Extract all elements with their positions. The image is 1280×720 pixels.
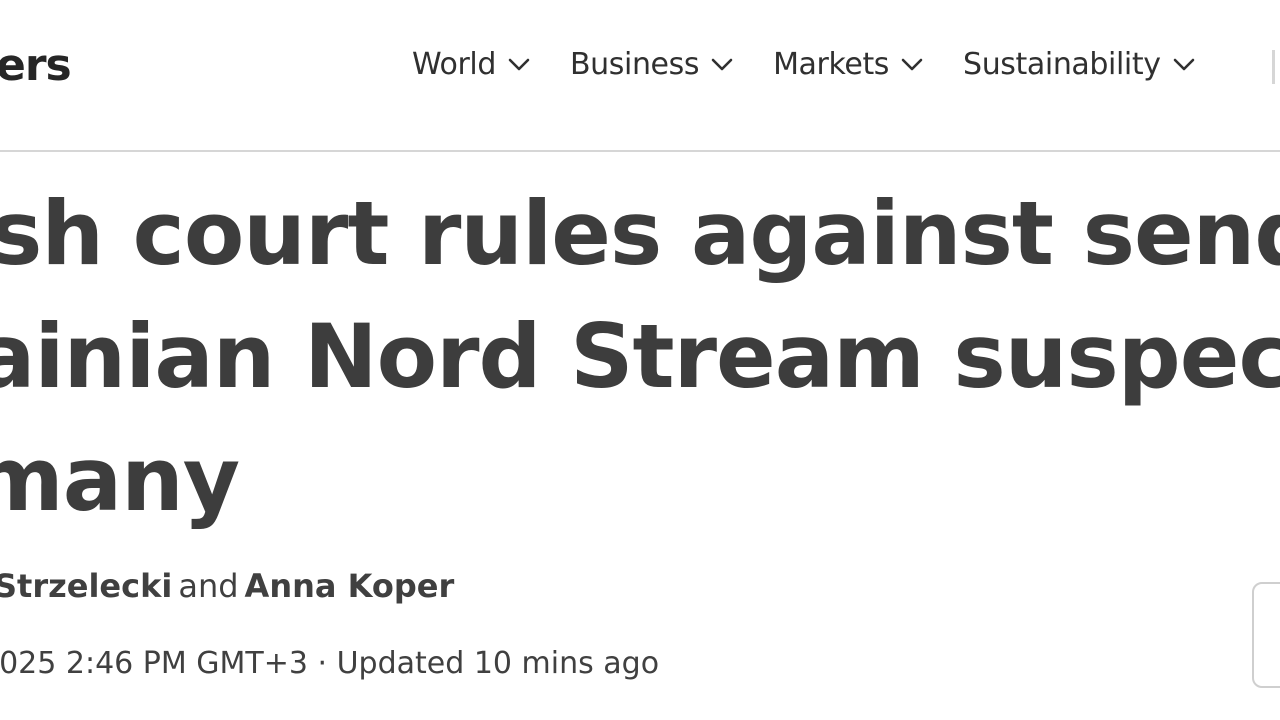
headline-line: ainian Nord Stream suspect to bbox=[0, 305, 1280, 408]
nav-item-label: World bbox=[412, 47, 496, 82]
article-timestamp: 2025 2:46 PM GMT+3 · Updated 10 mins ago bbox=[0, 646, 660, 681]
author-link[interactable]: Strzelecki bbox=[0, 567, 172, 605]
nav-item-markets[interactable]: Markets bbox=[773, 50, 923, 80]
article-byline: Strzelecki and Anna Koper bbox=[0, 566, 454, 606]
share-button[interactable] bbox=[1252, 582, 1280, 688]
headline-line: sh court rules against sending bbox=[0, 182, 1280, 285]
main-nav: World Business Markets Sustainability bbox=[412, 50, 1235, 80]
chevron-down-icon bbox=[1173, 58, 1194, 71]
chevron-down-icon bbox=[711, 58, 733, 71]
site-logo[interactable]: ers bbox=[0, 44, 72, 88]
site-header: ers World Business Markets Sustainabilit… bbox=[0, 0, 1280, 152]
nav-item-sustainability[interactable]: Sustainability bbox=[963, 50, 1195, 80]
nav-divider bbox=[1272, 50, 1275, 84]
nav-item-business[interactable]: Business bbox=[570, 50, 733, 80]
headline-line: many bbox=[0, 428, 240, 531]
nav-item-label: Sustainability bbox=[963, 47, 1161, 82]
author-link[interactable]: Anna Koper bbox=[245, 567, 455, 605]
nav-item-label: Business bbox=[569, 47, 700, 82]
nav-item-world[interactable]: World bbox=[412, 50, 530, 80]
nav-item-label: Markets bbox=[773, 47, 890, 82]
article-headline: sh court rules against sending ainian No… bbox=[0, 172, 1280, 541]
chevron-down-icon bbox=[508, 58, 530, 71]
byline-connector: and bbox=[178, 567, 239, 605]
chevron-down-icon bbox=[901, 58, 923, 71]
